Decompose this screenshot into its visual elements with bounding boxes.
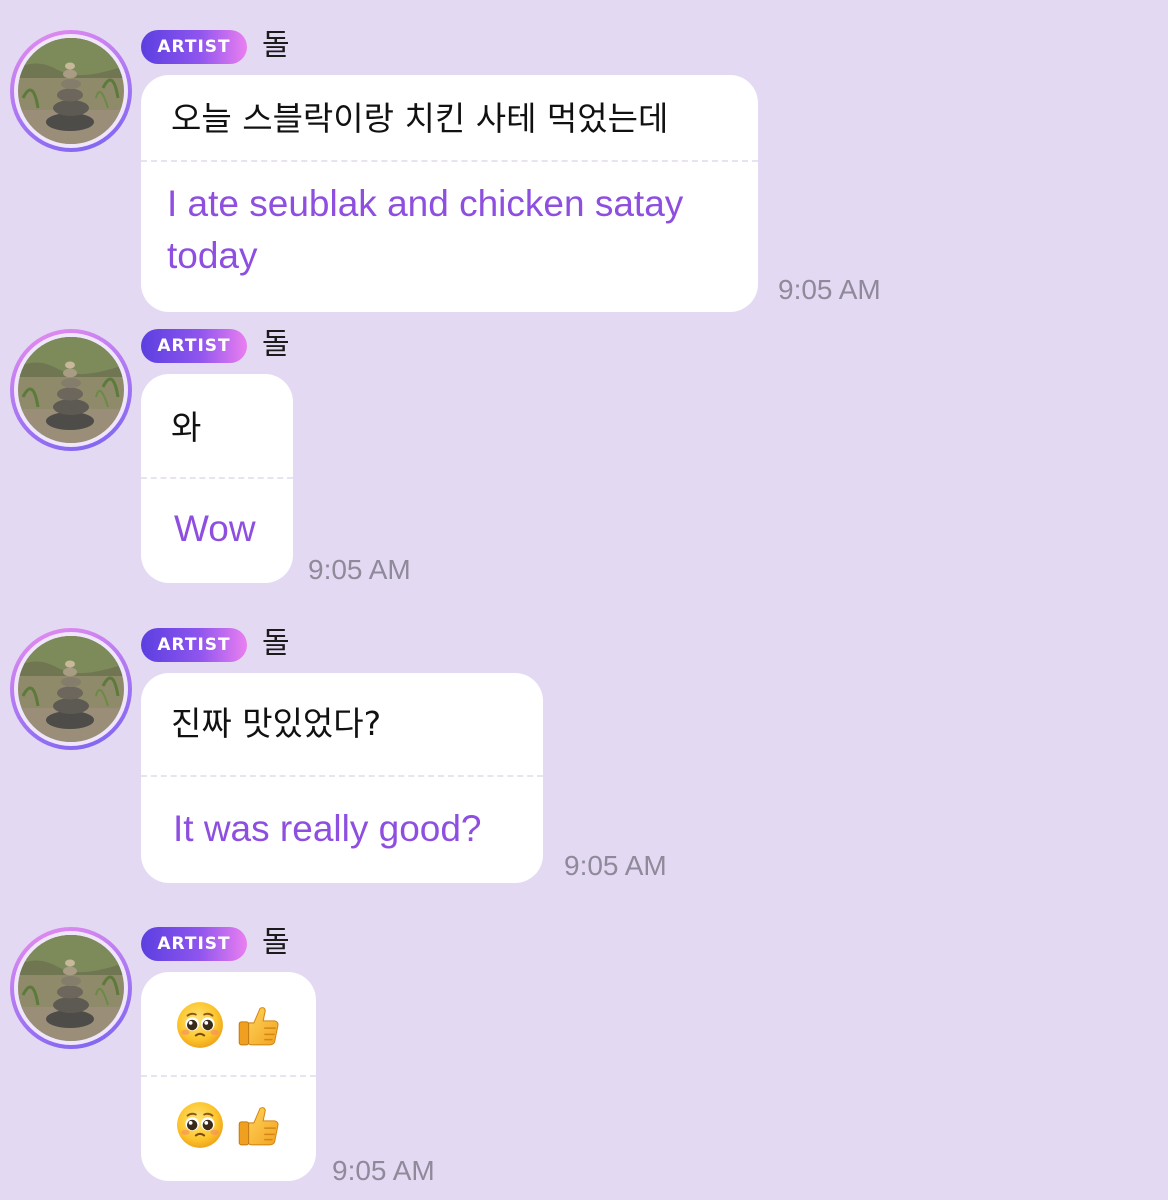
cairn-avatar-image <box>18 636 124 742</box>
message-bubble[interactable] <box>141 972 316 1181</box>
timestamp: 9:05 AM <box>778 274 881 305</box>
avatar[interactable] <box>10 628 132 750</box>
translation-emoji-row <box>175 1100 283 1150</box>
sender-name: 돌 <box>262 327 290 362</box>
artist-badge: ARTIST <box>141 30 247 64</box>
original-text: 와 <box>171 408 202 447</box>
original-text: 진짜 맛있었다? <box>171 704 382 743</box>
sender-name: 돌 <box>262 626 290 661</box>
message-bubble[interactable]: 오늘 스블락이랑 치킨 사테 먹었는데 I ate seublak and ch… <box>141 75 758 312</box>
timestamp: 9:05 AM <box>332 1155 435 1186</box>
sender-name: 돌 <box>262 925 290 960</box>
artist-badge: ARTIST <box>141 927 247 961</box>
cairn-avatar-image <box>18 337 124 443</box>
thumbs-up-icon <box>233 1000 283 1050</box>
pleading-face-icon <box>175 1000 225 1050</box>
bubble-divider <box>141 775 543 777</box>
original-emoji-row <box>175 1000 283 1050</box>
pleading-face-icon <box>175 1100 225 1150</box>
bubble-divider <box>141 1075 316 1077</box>
bubble-divider <box>141 477 293 479</box>
avatar[interactable] <box>10 329 132 451</box>
message-bubble[interactable]: 와 Wow <box>141 374 293 583</box>
timestamp: 9:05 AM <box>308 554 411 585</box>
translation-text: Wow <box>174 508 256 549</box>
cairn-avatar-image <box>18 935 124 1041</box>
translation-text: I ate seublak and chicken satay today <box>167 183 684 276</box>
cairn-avatar-image <box>18 38 124 144</box>
bubble-divider <box>141 160 758 162</box>
timestamp: 9:05 AM <box>564 850 667 881</box>
thumbs-up-icon <box>233 1100 283 1150</box>
avatar[interactable] <box>10 927 132 1049</box>
sender-name: 돌 <box>262 28 290 63</box>
original-text: 오늘 스블락이랑 치킨 사테 먹었는데 <box>171 99 669 138</box>
artist-badge: ARTIST <box>141 628 247 662</box>
message-bubble[interactable]: 진짜 맛있었다? It was really good? <box>141 673 543 883</box>
avatar[interactable] <box>10 30 132 152</box>
translation-text: It was really good? <box>173 808 482 849</box>
artist-badge: ARTIST <box>141 329 247 363</box>
